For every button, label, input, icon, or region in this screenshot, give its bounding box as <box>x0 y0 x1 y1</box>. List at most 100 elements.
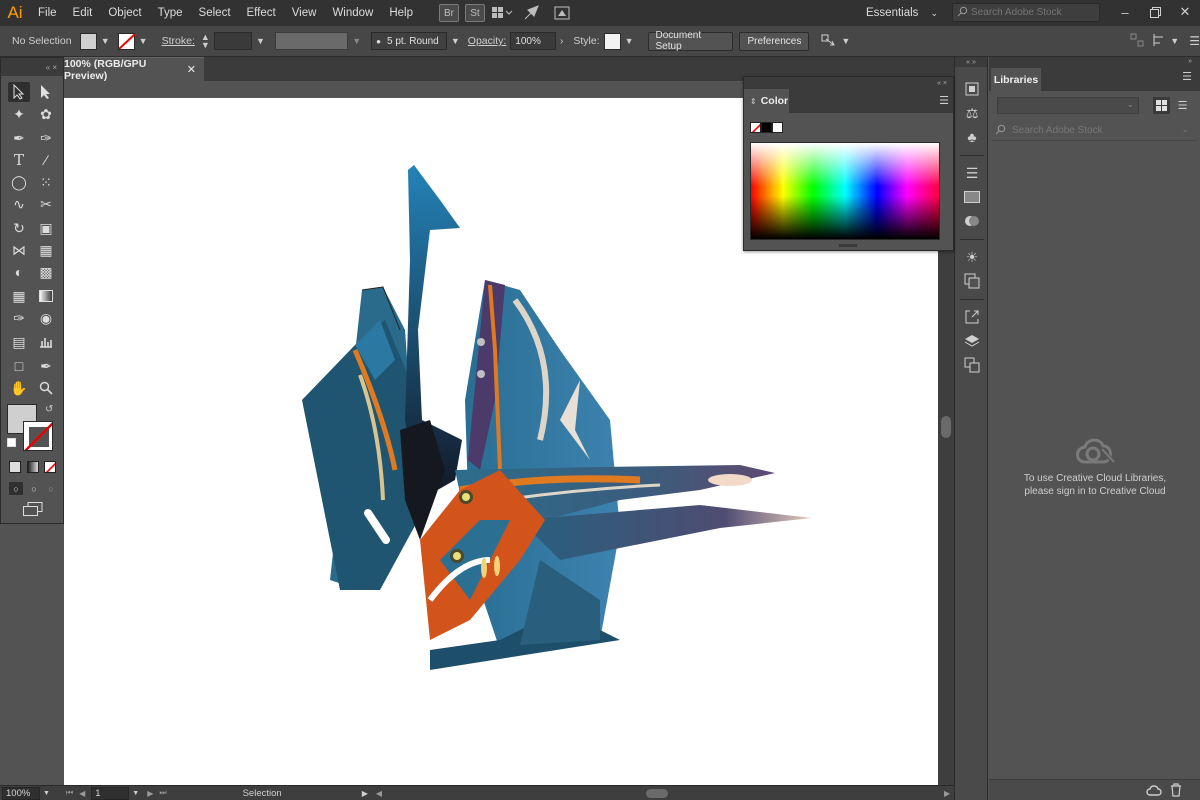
menu-view[interactable]: View <box>284 0 325 26</box>
menu-window[interactable]: Window <box>324 0 381 26</box>
stroke-weight-field[interactable] <box>213 32 252 50</box>
swap-colors-icon[interactable]: ↺ <box>45 404 53 415</box>
chevron-down-icon[interactable]: ▼ <box>101 36 110 46</box>
gradient-mode-icon[interactable] <box>27 461 39 473</box>
distribute-icon[interactable] <box>1152 33 1166 50</box>
panel-menu-icon[interactable]: ☰ <box>1189 34 1200 48</box>
trash-icon[interactable] <box>1170 783 1182 800</box>
eyedropper-tool-icon[interactable]: ✑ <box>8 308 30 328</box>
stock-search-box[interactable] <box>952 3 1100 22</box>
scroll-left-icon[interactable]: ◀ <box>376 789 382 798</box>
chevron-down-icon[interactable]: ▼ <box>841 36 850 46</box>
chevron-down-icon[interactable]: ▼ <box>625 36 634 46</box>
direct-selection-tool-icon[interactable] <box>35 82 57 102</box>
default-colors-icon[interactable] <box>7 438 16 447</box>
maximize-button[interactable] <box>1140 0 1170 24</box>
chevron-down-icon[interactable]: ▼ <box>256 36 265 46</box>
white-color-swatch[interactable] <box>772 122 783 133</box>
draw-normal-icon[interactable]: ○ <box>9 482 23 495</box>
stock-button[interactable]: St <box>465 4 485 22</box>
chevron-right-icon[interactable]: › <box>560 36 563 47</box>
color-panel-tab[interactable]: ⇕ Color <box>744 89 789 113</box>
scale-tool-icon[interactable]: ▣ <box>35 218 57 238</box>
minimize-button[interactable]: – <box>1110 0 1140 24</box>
none-mode-icon[interactable] <box>44 461 56 473</box>
gradient-panel-icon[interactable] <box>962 187 982 207</box>
artboards-panel-icon[interactable] <box>962 355 982 375</box>
chevron-down-icon[interactable]: ⌄ <box>1181 124 1189 135</box>
artboard-tool-icon[interactable]: □ <box>8 356 30 376</box>
shape-builder-tool-icon[interactable]: ◐ <box>8 262 30 282</box>
status-menu-icon[interactable]: ▶ <box>362 789 368 798</box>
panel-collapse-icon[interactable]: « × <box>744 77 953 89</box>
slice-tool-icon[interactable]: ✒ <box>35 356 57 376</box>
screen-mode-toggle-icon[interactable] <box>23 502 43 519</box>
draw-inside-icon[interactable]: ○ <box>44 482 58 495</box>
gpu-rocket-icon[interactable] <box>519 3 545 23</box>
chevron-down-icon[interactable]: ▼ <box>43 790 50 797</box>
fill-swatch[interactable] <box>79 32 97 50</box>
stroke-label[interactable]: Stroke: <box>162 35 195 47</box>
menu-object[interactable]: Object <box>100 0 149 26</box>
panel-collapse-icon[interactable]: » <box>1188 58 1192 65</box>
scissors-tool-icon[interactable]: ✂ <box>35 194 57 214</box>
stroke-swatch[interactable] <box>117 32 135 50</box>
graphic-style-swatch[interactable] <box>603 32 621 50</box>
blend-tool-icon[interactable]: ◉ <box>35 308 57 328</box>
grid-view-icon[interactable] <box>1153 97 1170 114</box>
draw-behind-icon[interactable]: ○ <box>27 482 41 495</box>
panel-collapse-icon[interactable]: « × <box>1 58 63 76</box>
color-spectrum[interactable] <box>750 142 940 240</box>
rotate-tool-icon[interactable]: ↻ <box>8 218 30 238</box>
symbol-sprayer-tool-icon[interactable]: ▤ <box>8 332 30 352</box>
graphic-styles-panel-icon[interactable] <box>962 271 982 291</box>
stroke-stepper[interactable]: ▲ ▼ <box>201 33 210 50</box>
transform-panel-icon[interactable] <box>962 79 982 99</box>
column-graph-tool-icon[interactable] <box>35 332 57 352</box>
stroke-color-swatch[interactable] <box>23 421 53 451</box>
shaper-tool-icon[interactable]: ∿ <box>8 194 30 214</box>
chevron-down-icon[interactable]: ▼ <box>132 790 139 797</box>
pen-tool-icon[interactable]: ✒ <box>8 128 30 148</box>
ellipse-tool-icon[interactable]: ◯ <box>8 172 30 192</box>
stroke-panel-icon[interactable]: ☰ <box>962 163 982 183</box>
mesh-tool-icon[interactable]: ▦ <box>8 286 30 306</box>
panel-collapse-icon[interactable]: « » <box>955 57 987 67</box>
next-artboard-icon[interactable]: ▶ <box>147 789 153 798</box>
stock-search-input[interactable] <box>971 7 1096 18</box>
first-artboard-icon[interactable]: ⏮ <box>66 788 73 798</box>
none-color-swatch[interactable] <box>750 122 761 133</box>
align-icon[interactable] <box>1130 33 1144 50</box>
line-tool-icon[interactable]: ∕ <box>35 150 57 170</box>
arrange-documents-icon[interactable] <box>489 3 515 23</box>
workspace-switcher[interactable]: Essentials ⌄ <box>866 3 938 23</box>
opacity-label[interactable]: Opacity: <box>468 35 507 47</box>
variable-width-profile[interactable] <box>274 32 349 50</box>
menu-help[interactable]: Help <box>381 0 421 26</box>
menu-type[interactable]: Type <box>150 0 191 26</box>
puppet-warp-icon[interactable]: ⚖ <box>962 103 982 123</box>
appearance-panel-icon[interactable]: ☀ <box>962 247 982 267</box>
hand-tool-icon[interactable]: ✋ <box>8 378 30 398</box>
chevron-down-icon[interactable]: ▼ <box>451 36 460 46</box>
layers-panel-icon[interactable] <box>962 331 982 351</box>
list-view-icon[interactable]: ☰ <box>1174 97 1191 114</box>
panel-menu-icon[interactable]: ☰ <box>939 94 949 107</box>
previous-artboard-icon[interactable]: ◀ <box>79 789 85 798</box>
selection-tool-icon[interactable] <box>8 82 30 102</box>
width-tool-icon[interactable]: ⋈ <box>8 240 30 260</box>
expand-options-icon[interactable]: ⇕ <box>750 97 757 106</box>
export-panel-icon[interactable] <box>962 307 982 327</box>
close-icon[interactable]: ✕ <box>187 63 196 76</box>
paintbrush-tool-icon[interactable]: ⁙ <box>35 172 57 192</box>
gradient-tool-icon[interactable] <box>35 286 57 306</box>
menu-file[interactable]: File <box>30 0 65 26</box>
chevron-down-icon[interactable]: ▼ <box>352 36 361 46</box>
zoom-tool-icon[interactable] <box>35 378 57 398</box>
sync-status-icon[interactable] <box>1146 783 1162 800</box>
brush-definition[interactable]: ● 5 pt. Round <box>371 32 447 50</box>
close-window-button[interactable]: ✕ <box>1170 0 1200 24</box>
last-artboard-icon[interactable]: ⏭ <box>159 788 166 798</box>
magic-wand-tool-icon[interactable]: ✦ <box>8 104 30 124</box>
opacity-field[interactable]: 100% <box>510 32 556 50</box>
